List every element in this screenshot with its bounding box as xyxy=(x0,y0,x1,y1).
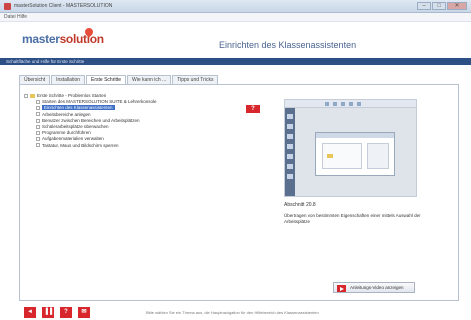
tree-item-label: Arbeitsbereiche anlegen xyxy=(42,111,91,117)
logo-accent: solution xyxy=(59,32,105,46)
preview-toolbar-icon xyxy=(325,102,329,106)
content-panel: Erste Schritte - Problemlos Starten Star… xyxy=(19,84,459,301)
tab-strip: Übersicht Installation Erste Schritte Wi… xyxy=(19,75,219,84)
preview-description: Übertragen von bestimmten Eigenschaften … xyxy=(284,213,421,225)
expand-toggle-icon[interactable] xyxy=(36,112,40,117)
app-icon xyxy=(4,3,11,10)
menu-bar: Datei Hilfe xyxy=(0,13,471,22)
preview-dialog-list xyxy=(322,143,362,169)
topic-tree: Erste Schritte - Problemlos Starten Star… xyxy=(24,93,244,149)
close-button[interactable]: ✕ xyxy=(447,2,467,10)
preview-sidebar-icon xyxy=(287,124,293,129)
help-icon[interactable]: ? xyxy=(246,105,260,113)
preview-toolbar xyxy=(285,100,416,108)
tree-item-label: Einrichten des Klassenassistenten xyxy=(42,105,115,111)
window-titlebar: masterSolution Client - MASTERSOLUTION –… xyxy=(0,0,471,13)
tab-overview[interactable]: Übersicht xyxy=(19,75,51,84)
tab-first-steps[interactable]: Erste Schritte xyxy=(86,75,127,84)
preview-sidebar-icon xyxy=(287,154,293,159)
tree-root-label: Erste Schritte - Problemlos Starten xyxy=(37,93,107,98)
expand-toggle-icon[interactable] xyxy=(36,118,40,123)
footer-note: Bitte wählen Sie ein Thema aus, die Haup… xyxy=(146,310,319,315)
expand-toggle-icon[interactable] xyxy=(36,130,40,135)
preview-sidebar-icon xyxy=(287,174,293,179)
tree-item-label: Benutzer zwischen Bereichen und Arbeitsp… xyxy=(42,117,140,123)
preview-sidebar-icon xyxy=(287,144,293,149)
tree-item-label: Tastatur, Maus und Bildschirm sperren xyxy=(42,142,119,148)
preview-workspace xyxy=(295,108,416,196)
tab-installation[interactable]: Installation xyxy=(51,75,86,84)
folder-icon xyxy=(30,94,35,98)
maximize-button[interactable]: □ xyxy=(432,2,446,10)
minimize-button[interactable]: – xyxy=(417,2,431,10)
page-title: Einrichten des Klassenassistenten xyxy=(219,40,357,50)
preview-toolbar-icon xyxy=(357,102,361,106)
menu-item[interactable]: Datei Hilfe xyxy=(4,14,27,20)
expand-toggle-icon[interactable] xyxy=(36,124,40,129)
preview-dialog-titlebar xyxy=(316,133,394,138)
sub-header-text: Schaltfläche und Hilfe für Erste Schritt… xyxy=(6,59,85,64)
footer-bar: ◄ ▐▐ ? ✉ Bitte wählen Sie ein Thema aus,… xyxy=(0,304,471,320)
play-icon xyxy=(337,285,346,292)
preview-dialog xyxy=(315,132,395,176)
back-button[interactable]: ◄ xyxy=(24,307,36,318)
show-video-label: Anleitungs-Video anzeigen xyxy=(350,285,404,290)
preview-sidebar xyxy=(285,108,295,196)
tree-item-label: Programme durchführen xyxy=(42,130,91,136)
expand-toggle-icon[interactable] xyxy=(36,106,40,111)
app-header: mastersolution Einrichten des Klassenass… xyxy=(0,22,471,58)
expand-toggle-icon[interactable] xyxy=(24,93,28,98)
preview-caption: Abschnitt 20.8 xyxy=(284,202,316,208)
preview-screenshot xyxy=(284,99,417,197)
help-button[interactable]: ? xyxy=(60,307,72,318)
show-video-button[interactable]: Anleitungs-Video anzeigen xyxy=(333,282,415,293)
tree-item[interactable]: Tastatur, Maus und Bildschirm sperren xyxy=(24,143,244,149)
preview-sidebar-icon xyxy=(287,114,293,119)
preview-sidebar-icon xyxy=(287,164,293,169)
logo-primary: master xyxy=(22,32,60,46)
preview-toolbar-icon xyxy=(333,102,337,106)
preview-toolbar-icon xyxy=(349,102,353,106)
expand-toggle-icon[interactable] xyxy=(36,137,40,142)
expand-toggle-icon[interactable] xyxy=(36,100,40,104)
preview-sidebar-icon xyxy=(287,134,293,139)
tree-item-label: Starten des MASTERSOLUTION SUITE & Lehre… xyxy=(42,99,157,105)
tree-item-label: Aufgabenmaterialien verwalten xyxy=(42,136,104,142)
window-title: masterSolution Client - MASTERSOLUTION xyxy=(14,3,113,9)
tree-item-label: Schülerarbeitsplätze überwachen xyxy=(42,123,109,129)
sub-header-bar: Schaltfläche und Hilfe für Erste Schritt… xyxy=(0,58,471,65)
window-controls: – □ ✕ xyxy=(417,2,467,10)
mail-button[interactable]: ✉ xyxy=(78,307,90,318)
pause-button[interactable]: ▐▐ xyxy=(42,307,54,318)
tab-how-to[interactable]: Wie kann ich ... xyxy=(127,75,172,84)
preview-toolbar-icon xyxy=(341,102,345,106)
folder-icon xyxy=(327,154,333,158)
preview-dialog-sidepanel xyxy=(367,143,389,169)
expand-toggle-icon[interactable] xyxy=(36,143,40,148)
tab-tips[interactable]: Tipps und Tricks xyxy=(172,75,219,84)
